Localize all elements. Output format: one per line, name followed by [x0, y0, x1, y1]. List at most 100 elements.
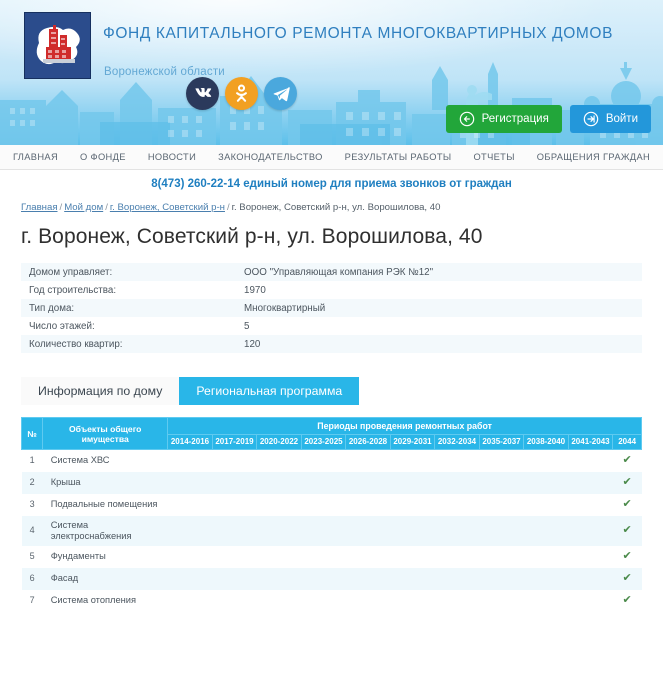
nav-item-news[interactable]: НОВОСТИ — [137, 152, 207, 162]
col-period-2044: 2044 — [612, 434, 642, 450]
repair-empty-cell — [524, 472, 569, 494]
repair-periods-table: № Объекты общего имущества Периоды прове… — [20, 417, 642, 612]
repair-empty-cell — [257, 472, 302, 494]
info-value: Многоквартирный — [244, 302, 326, 314]
repair-empty-cell — [168, 516, 213, 546]
nav-item-home[interactable]: ГЛАВНАЯ — [2, 152, 69, 162]
house-info-table: Домом управляет: ООО "Управляющая компан… — [21, 263, 642, 353]
table-row: 5 Фундаменты ✔ — [21, 545, 642, 568]
repair-empty-cell — [479, 590, 524, 612]
col-period-2026-2028: 2026-2028 — [345, 434, 391, 450]
repair-empty-cell — [390, 494, 435, 516]
breadcrumb-link-home[interactable]: Главная — [21, 202, 58, 213]
repair-empty-cell — [346, 590, 391, 612]
auth-buttons: Регистрация Войти — [445, 105, 651, 133]
repair-empty-cell — [212, 450, 257, 472]
breadcrumb: Главная / Мой дом / г. Воронеж, Советский р-… — [0, 198, 663, 213]
info-key: Тип дома: — [29, 302, 75, 314]
tab-house-info[interactable]: Информация по дому — [21, 377, 180, 405]
logo-emblem-icon — [25, 13, 90, 78]
info-key: Число этажей: — [29, 320, 95, 332]
row-object-name: Система ХВС — [50, 455, 110, 466]
register-button[interactable]: Регистрация — [445, 105, 562, 133]
repair-empty-cell — [568, 516, 613, 546]
row-number: 5 — [29, 551, 35, 561]
repair-empty-cell — [568, 590, 613, 612]
table-row: Тип дома: Многоквартирный — [21, 299, 642, 317]
repair-empty-cell — [301, 546, 346, 568]
repair-empty-cell — [346, 516, 391, 546]
repair-empty-cell — [390, 472, 435, 494]
breadcrumb-separator: / — [226, 202, 230, 213]
repair-empty-cell — [479, 450, 524, 472]
telegram-glyph — [273, 86, 290, 101]
repair-empty-cell — [479, 472, 524, 494]
repair-empty-cell — [435, 590, 480, 612]
repair-table-head: № Объекты общего имущества Периоды прове… — [20, 417, 642, 450]
check-icon: ✔ — [622, 454, 632, 467]
social-links — [186, 77, 297, 110]
repair-empty-cell — [390, 590, 435, 612]
register-label: Регистрация — [481, 113, 549, 125]
repair-empty-cell — [524, 568, 569, 590]
telegram-icon[interactable] — [264, 77, 297, 110]
regional-program-panel: № Объекты общего имущества Периоды прове… — [20, 417, 642, 612]
repair-empty-cell — [390, 546, 435, 568]
col-period-2017-2019: 2017-2019 — [211, 434, 258, 450]
tab-regional-program[interactable]: Региональная программа — [179, 377, 360, 405]
row-number: 1 — [29, 455, 35, 466]
col-period-2038-2040: 2038-2040 — [523, 434, 569, 450]
col-object-header: Объекты общего имущества — [42, 417, 169, 450]
info-value: 1970 — [244, 284, 266, 296]
login-arrow-icon — [583, 111, 599, 127]
repair-empty-cell — [524, 494, 569, 516]
ok-glyph — [236, 84, 247, 102]
breadcrumb-link-myhouse[interactable]: Мой дом — [64, 202, 103, 213]
repair-empty-cell — [257, 568, 302, 590]
repair-empty-cell — [346, 546, 391, 568]
col-period-2014-2016: 2014-2016 — [167, 434, 213, 450]
nav-item-results[interactable]: РЕЗУЛЬТАТЫ РАБОТЫ — [334, 152, 463, 162]
info-value: 5 — [244, 320, 250, 332]
hotline-phone: 8(473) 260-22-14 единый номер для приема… — [0, 170, 663, 198]
table-header-row-1: № Объекты общего имущества Периоды прове… — [20, 417, 642, 450]
col-period-2029-2031: 2029-2031 — [389, 434, 436, 450]
col-period-2032-2034: 2032-2034 — [434, 434, 480, 450]
login-button[interactable]: Войти — [569, 105, 651, 133]
main-navigation: ГЛАВНАЯ О ФОНДЕ НОВОСТИ ЗАКОНОДАТЕЛЬСТВО… — [0, 145, 663, 170]
check-icon: ✔ — [622, 572, 632, 584]
repair-empty-cell — [568, 450, 613, 472]
breadcrumb-link-district[interactable]: г. Воронеж, Советский р-н — [110, 202, 225, 213]
house-tabs: Информация по дому Региональная программ… — [21, 377, 663, 405]
nav-item-reports[interactable]: ОТЧЕТЫ — [462, 152, 525, 162]
repair-empty-cell — [212, 472, 257, 494]
repair-empty-cell — [435, 546, 480, 568]
vk-icon[interactable] — [186, 77, 219, 110]
repair-empty-cell — [168, 450, 213, 472]
repair-empty-cell — [168, 590, 213, 612]
repair-empty-cell — [212, 494, 257, 516]
repair-empty-cell — [568, 546, 613, 568]
nav-item-appeals[interactable]: ОБРАЩЕНИЯ ГРАЖДАН — [526, 152, 661, 162]
row-number: 6 — [29, 573, 35, 583]
repair-empty-cell — [346, 494, 391, 516]
repair-empty-cell — [346, 472, 391, 494]
periods-group-header: Периоды проведения ремонтных работ — [167, 417, 642, 435]
table-row: Число этажей: 5 — [21, 317, 642, 335]
nav-item-about[interactable]: О ФОНДЕ — [69, 152, 137, 162]
vk-glyph — [195, 87, 212, 97]
check-icon: ✔ — [622, 498, 632, 510]
repair-empty-cell — [257, 590, 302, 612]
repair-empty-cell — [524, 590, 569, 612]
check-icon: ✔ — [622, 476, 632, 488]
nav-item-legislation[interactable]: ЗАКОНОДАТЕЛЬСТВО — [207, 152, 334, 162]
table-row: Количество квартир: 120 — [21, 335, 642, 353]
organization-logo[interactable] — [24, 12, 91, 79]
table-row: Год строительства: 1970 — [21, 281, 642, 299]
repair-empty-cell — [301, 450, 346, 472]
table-row: 6 Фасад ✔ — [21, 567, 642, 590]
repair-empty-cell — [346, 568, 391, 590]
repair-empty-cell — [568, 494, 613, 516]
odnoklassniki-icon[interactable] — [225, 77, 258, 110]
row-number: 2 — [29, 477, 35, 487]
